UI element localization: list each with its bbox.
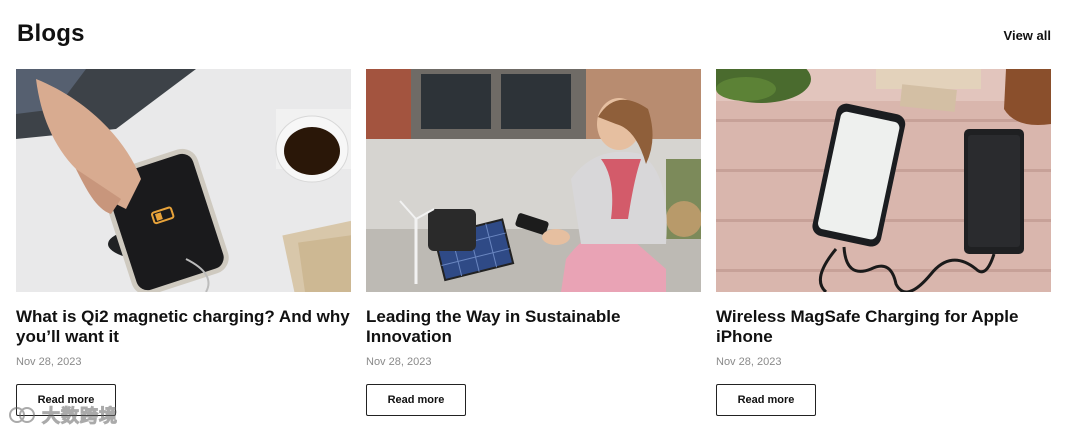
blog-card: Wireless MagSafe Charging for Apple iPho…: [716, 69, 1051, 416]
blog-card-list: What is Qi2 magnetic charging? And why y…: [16, 69, 1052, 416]
blog-card-title[interactable]: What is Qi2 magnetic charging? And why y…: [16, 307, 351, 347]
solar-panel-woman-image: [366, 69, 701, 292]
blog-card-image[interactable]: [366, 69, 701, 292]
wireless-charger-phone-image: [16, 69, 351, 292]
section-header: Blogs View all: [17, 16, 1051, 52]
blog-card-title[interactable]: Wireless MagSafe Charging for Apple iPho…: [716, 307, 1051, 347]
blog-card: Leading the Way in Sustainable Innovatio…: [366, 69, 701, 416]
blog-card-date: Nov 28, 2023: [16, 356, 82, 368]
blog-card: What is Qi2 magnetic charging? And why y…: [16, 69, 351, 416]
section-title: Blogs: [17, 20, 85, 47]
blog-card-date: Nov 28, 2023: [366, 356, 432, 368]
blog-card-date: Nov 28, 2023: [716, 356, 782, 368]
blog-card-image[interactable]: [16, 69, 351, 292]
read-more-button[interactable]: Read more: [716, 384, 816, 416]
phone-powerbank-image: [716, 69, 1051, 292]
blogs-section: Blogs View all What is Qi2 magnetic char…: [0, 0, 1080, 437]
read-more-button[interactable]: Read more: [16, 384, 116, 416]
blog-card-title[interactable]: Leading the Way in Sustainable Innovatio…: [366, 307, 701, 347]
blog-card-image[interactable]: [716, 69, 1051, 292]
view-all-link[interactable]: View all: [1004, 28, 1051, 43]
read-more-button[interactable]: Read more: [366, 384, 466, 416]
